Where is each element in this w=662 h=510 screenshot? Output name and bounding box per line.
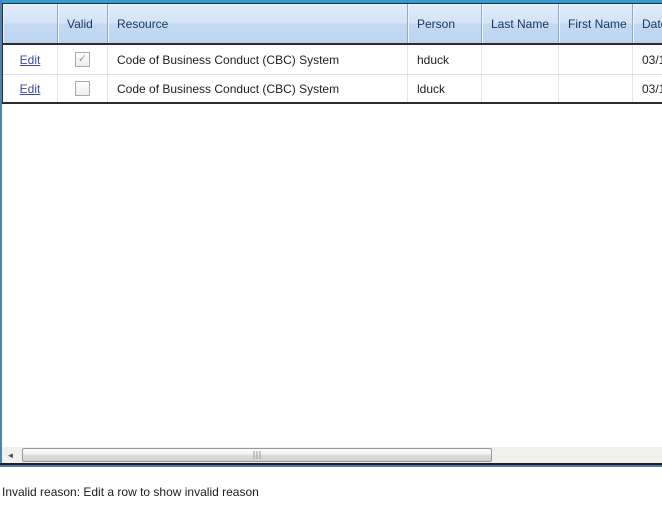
date-cell: 03/1 — [633, 75, 662, 102]
column-header-person-label: Person — [417, 17, 455, 31]
first-name-cell — [559, 45, 633, 74]
person-cell: hduck — [408, 45, 482, 74]
scrollbar-grip-icon — [254, 451, 261, 459]
table-row: Edit ✓ Code of Business Conduct (CBC) Sy… — [3, 45, 662, 75]
bottom-border-blue — [0, 465, 662, 467]
table-row: Edit Code of Business Conduct (CBC) Syst… — [3, 75, 662, 104]
resource-value: Code of Business Conduct (CBC) System — [117, 82, 339, 96]
edit-cell: Edit — [3, 45, 58, 74]
column-header-date[interactable]: Date — [633, 4, 662, 43]
column-header-last-name-label: Last Name — [491, 17, 549, 31]
column-header-last-name[interactable]: Last Name — [482, 4, 559, 43]
column-header-resource-label: Resource — [117, 17, 168, 31]
person-value: lduck — [417, 82, 445, 96]
valid-cell: ✓ — [58, 45, 108, 74]
scroll-left-button[interactable]: ◄ — [2, 447, 19, 463]
column-header-valid-label: Valid — [67, 17, 93, 31]
screen: Valid Resource Person Last Name First Na… — [0, 0, 662, 510]
horizontal-scrollbar[interactable]: ◄ — [2, 447, 662, 463]
person-value: hduck — [417, 53, 449, 67]
edit-link[interactable]: Edit — [20, 53, 41, 67]
checkbox-check-icon: ✓ — [78, 54, 87, 65]
edit-link[interactable]: Edit — [20, 82, 41, 96]
column-header-valid[interactable]: Valid — [58, 4, 108, 43]
data-grid: Valid Resource Person Last Name First Na… — [2, 3, 662, 104]
column-header-first-name[interactable]: First Name — [559, 4, 633, 43]
scrollbar-thumb[interactable] — [22, 448, 492, 462]
valid-checkbox-checked[interactable]: ✓ — [75, 52, 90, 67]
grid-header-row: Valid Resource Person Last Name First Na… — [3, 4, 662, 45]
person-cell: lduck — [408, 75, 482, 102]
valid-cell — [58, 75, 108, 102]
valid-checkbox-unchecked[interactable] — [75, 81, 90, 96]
column-header-date-label: Date — [642, 17, 662, 31]
date-cell: 03/1 — [633, 45, 662, 74]
resource-value: Code of Business Conduct (CBC) System — [117, 53, 339, 67]
last-name-cell — [482, 75, 559, 102]
column-header-edit[interactable] — [3, 4, 58, 43]
invalid-reason-status: Invalid reason: Edit a row to show inval… — [2, 485, 259, 499]
resource-cell: Code of Business Conduct (CBC) System — [108, 45, 408, 74]
column-header-person[interactable]: Person — [408, 4, 482, 43]
first-name-cell — [559, 75, 633, 102]
date-value: 03/1 — [642, 53, 662, 67]
last-name-cell — [482, 45, 559, 74]
date-value: 03/1 — [642, 82, 662, 96]
column-header-resource[interactable]: Resource — [108, 4, 408, 43]
scroll-left-arrow-icon: ◄ — [7, 451, 15, 460]
grid-control: Valid Resource Person Last Name First Na… — [2, 3, 662, 463]
column-header-first-name-label: First Name — [568, 17, 627, 31]
resource-cell: Code of Business Conduct (CBC) System — [108, 75, 408, 102]
edit-cell: Edit — [3, 75, 58, 102]
